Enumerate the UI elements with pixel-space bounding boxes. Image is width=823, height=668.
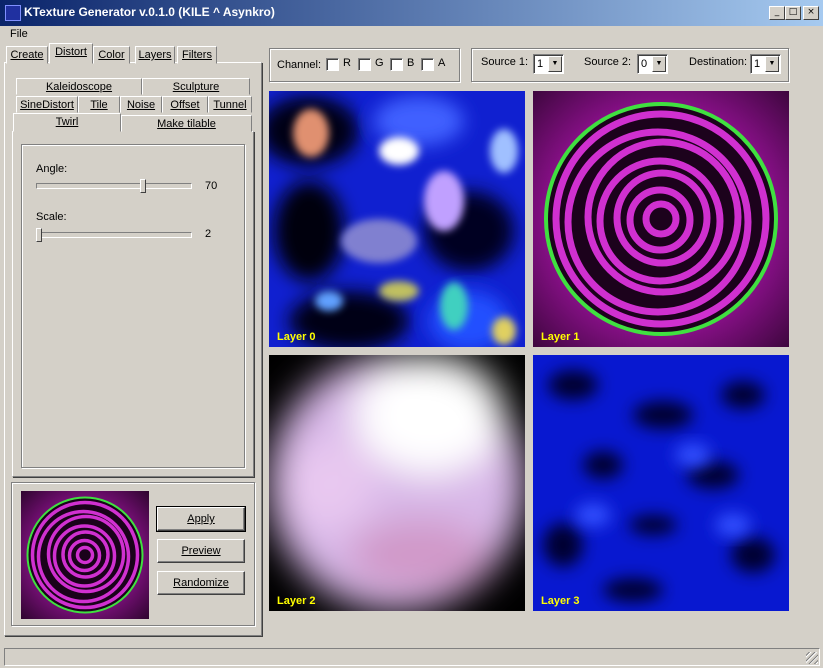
source2-value: 0: [641, 58, 648, 70]
status-bar: [4, 648, 820, 666]
preview-button[interactable]: Preview: [157, 539, 245, 563]
scale-slider-track[interactable]: [36, 232, 192, 238]
tab-noise-label: Noise: [126, 99, 156, 111]
layer-1-label: Layer 1: [541, 331, 580, 343]
tab-tunnel-label: Tunnel: [213, 99, 247, 111]
source2-select[interactable]: 0 ▼: [637, 54, 668, 74]
channel-g-label: G: [375, 57, 384, 69]
angle-slider-thumb[interactable]: [139, 179, 146, 193]
tab-tile-label: Tile: [90, 99, 108, 111]
chevron-down-icon[interactable]: ▼: [652, 56, 666, 72]
minimize-button[interactable]: _: [769, 6, 785, 20]
layer-2-canvas[interactable]: Layer 2: [269, 355, 525, 611]
tab-color-label: Color: [98, 49, 125, 61]
tab-create-label: Create: [10, 49, 44, 61]
menu-file[interactable]: File: [10, 28, 28, 40]
tab-sculpture-label: Sculpture: [172, 81, 220, 93]
scale-slider-thumb[interactable]: [36, 228, 42, 242]
tab-filters[interactable]: Filters: [177, 46, 217, 64]
layer-3-label: Layer 3: [541, 595, 580, 607]
angle-label: Angle:: [36, 163, 68, 175]
chevron-down-icon[interactable]: ▼: [765, 56, 779, 72]
scale-value: 2: [205, 228, 212, 240]
maximize-button[interactable]: □: [785, 6, 801, 20]
tab-distort-label: Distort: [55, 46, 87, 58]
randomize-button[interactable]: Randomize: [157, 571, 245, 595]
tab-sinedistort[interactable]: SineDistort: [16, 96, 78, 113]
channel-g-checkbox[interactable]: [358, 58, 371, 71]
tab-tile[interactable]: Tile: [78, 96, 120, 113]
tab-sculpture[interactable]: Sculpture: [142, 78, 250, 95]
tab-color[interactable]: Color: [93, 46, 130, 64]
layer-2-label: Layer 2: [277, 595, 316, 607]
tab-make-tilable[interactable]: Make tilable: [121, 115, 252, 132]
layer-0-label: Layer 0: [277, 331, 316, 343]
tab-noise[interactable]: Noise: [120, 96, 162, 113]
preview-label: Preview: [181, 545, 221, 557]
apply-label: Apply: [187, 513, 215, 525]
source1-select[interactable]: 1 ▼: [533, 54, 564, 74]
window-title: KTexture Generator v.0.1.0 (KILE ^ Asynk…: [24, 5, 275, 19]
tab-make-tilable-label: Make tilable: [157, 118, 216, 130]
resize-grip-icon[interactable]: [806, 652, 818, 664]
scale-label: Scale:: [36, 211, 67, 223]
tab-kaleidoscope[interactable]: Kaleidoscope: [16, 78, 142, 95]
layer-3-canvas[interactable]: Layer 3: [533, 355, 789, 611]
angle-value: 70: [205, 180, 218, 192]
tab-tunnel[interactable]: Tunnel: [208, 96, 252, 113]
layer-0-canvas[interactable]: Layer 0: [269, 91, 525, 347]
twirl-groupbox: [21, 144, 245, 468]
angle-slider-track[interactable]: [36, 183, 192, 189]
tab-kaleidoscope-label: Kaleidoscope: [45, 81, 113, 93]
channel-label: Channel:: [277, 59, 322, 71]
tab-offset[interactable]: Offset: [162, 96, 208, 113]
source1-label: Source 1:: [481, 56, 529, 68]
randomize-label: Randomize: [173, 577, 229, 589]
tab-sinedistort-label: SineDistort: [20, 99, 74, 111]
apply-button[interactable]: Apply: [156, 506, 246, 532]
preview-thumbnail: [21, 491, 149, 619]
chevron-down-icon[interactable]: ▼: [548, 56, 562, 72]
tab-filters-label: Filters: [182, 49, 212, 61]
app-icon: [5, 5, 21, 21]
channel-a-label: A: [438, 57, 446, 69]
channel-a-checkbox[interactable]: [421, 58, 434, 71]
channel-r-checkbox[interactable]: [326, 58, 339, 71]
channel-b-checkbox[interactable]: [390, 58, 403, 71]
tab-create[interactable]: Create: [6, 46, 48, 64]
close-button[interactable]: ×: [803, 6, 819, 20]
destination-value: 1: [754, 58, 761, 70]
source1-value: 1: [537, 58, 544, 70]
channel-b-label: B: [407, 57, 415, 69]
channel-r-label: R: [343, 57, 351, 69]
tab-offset-label: Offset: [170, 99, 200, 111]
destination-select[interactable]: 1 ▼: [750, 54, 781, 74]
tab-twirl[interactable]: Twirl: [13, 113, 121, 132]
source2-label: Source 2:: [584, 56, 632, 68]
tab-layers[interactable]: Layers: [135, 46, 175, 64]
tab-distort[interactable]: Distort: [49, 43, 93, 64]
destination-label: Destination:: [689, 56, 748, 68]
layer-1-canvas[interactable]: Layer 1: [533, 91, 789, 347]
tab-twirl-label: Twirl: [55, 116, 79, 128]
tab-layers-label: Layers: [138, 49, 172, 61]
